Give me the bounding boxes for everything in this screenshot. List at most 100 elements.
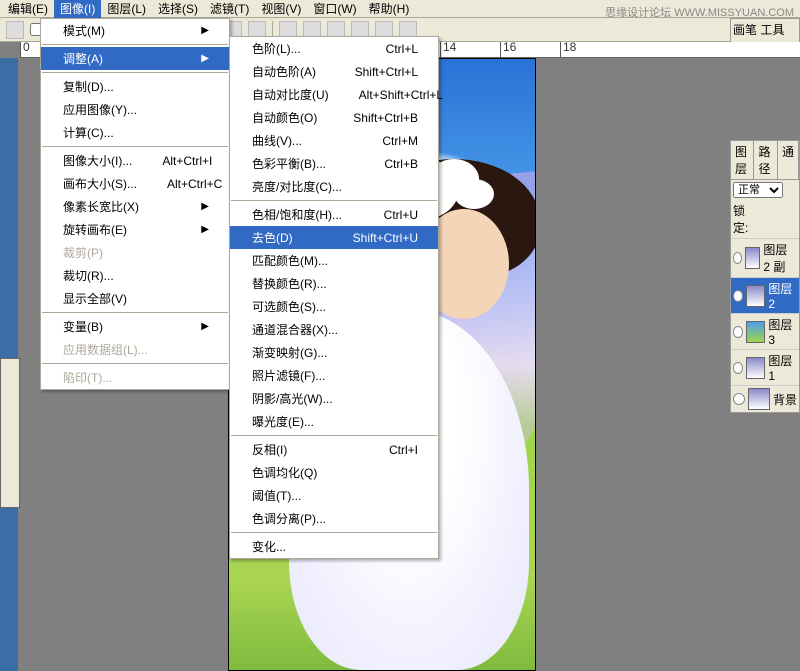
menu-window[interactable]: 窗口(W) [307, 0, 362, 18]
visibility-icon[interactable] [733, 393, 745, 405]
menu-shortcut: Ctrl+L [386, 42, 418, 56]
layer-thumb [746, 357, 765, 379]
layer-item[interactable]: 图层 2 副 [731, 238, 799, 277]
menu-select[interactable]: 选择(S) [152, 0, 204, 18]
menu-item[interactable]: 复制(D)... [41, 75, 229, 98]
lock-all-icon[interactable] [786, 213, 797, 225]
menu-item[interactable]: 曝光度(E)... [230, 410, 438, 433]
menu-item[interactable]: 变化... [230, 535, 438, 558]
menu-shortcut: Shift+Ctrl+U [353, 231, 418, 245]
menu-shortcut: Ctrl+U [384, 208, 418, 222]
ruler-tick: 18 [560, 42, 576, 58]
menu-item[interactable]: 亮度/对比度(C)... [230, 175, 438, 198]
layer-item[interactable]: 图层 1 [731, 349, 799, 385]
menu-item[interactable]: 照片滤镜(F)... [230, 364, 438, 387]
tab-paths[interactable]: 路径 [754, 141, 777, 179]
menu-item[interactable]: 应用图像(Y)... [41, 98, 229, 121]
menu-item-label: 曝光度(E)... [252, 413, 314, 430]
menu-shortcut: Ctrl+B [384, 157, 418, 171]
menu-edit[interactable]: 编辑(E) [2, 0, 54, 18]
tool-tab[interactable]: 工具 [760, 23, 784, 37]
tab-layers[interactable]: 图层 [731, 141, 754, 179]
visibility-icon[interactable] [733, 290, 743, 302]
menu-shortcut: Shift+Ctrl+B [353, 111, 418, 125]
menu-item[interactable]: 自动颜色(O) Shift+Ctrl+B [230, 106, 438, 129]
menu-item-label: 阈值(T)... [252, 487, 301, 504]
menu-item[interactable]: 反相(I) Ctrl+I [230, 438, 438, 461]
menu-item-label: 自动颜色(O) [252, 109, 317, 126]
menu-item-label: 色调分离(P)... [252, 510, 326, 527]
menu-item[interactable]: 像素长宽比(X)▶ [41, 195, 229, 218]
menu-image[interactable]: 图像(I) [54, 0, 101, 18]
menu-item-label: 反相(I) [252, 441, 287, 458]
menu-item-label: 陷印(T)... [63, 369, 112, 386]
tool-preset-icon[interactable] [6, 21, 24, 39]
menu-item[interactable]: 去色(D)Shift+Ctrl+U [230, 226, 438, 249]
menu-item-label: 应用数据组(L)... [63, 341, 148, 358]
lock-pixels-icon[interactable] [760, 213, 771, 225]
menu-item[interactable]: 显示全部(V) [41, 287, 229, 310]
menu-item[interactable]: 替换颜色(R)... [230, 272, 438, 295]
menu-divider [42, 44, 228, 45]
menu-item-label: 画布大小(S)... [63, 175, 137, 192]
menu-item[interactable]: 图像大小(I)...Alt+Ctrl+I [41, 149, 229, 172]
menu-shortcut: Alt+Ctrl+C [167, 177, 222, 191]
layer-thumb [746, 285, 765, 307]
menu-item[interactable]: 色调分离(P)... [230, 507, 438, 530]
layer-item[interactable]: 背景 [731, 385, 799, 412]
image-menu-dropdown: 模式(M)▶ 调整(A)▶ 复制(D)...应用图像(Y)... 计算(C)... 图像… [40, 18, 230, 390]
minimized-panel[interactable] [0, 358, 20, 508]
menu-divider [42, 363, 228, 364]
menu-item[interactable]: 色彩平衡(B)... Ctrl+B [230, 152, 438, 175]
visibility-icon[interactable] [733, 252, 742, 264]
menu-view[interactable]: 视图(V) [255, 0, 307, 18]
adjustments-submenu: 色阶(L)...Ctrl+L自动色阶(A)Shift+Ctrl+L自动对比度(U… [229, 36, 439, 559]
menu-item[interactable]: 裁切(R)... [41, 264, 229, 287]
menu-item: 应用数据组(L)... [41, 338, 229, 361]
menu-item-label: 模式(M) [63, 22, 105, 39]
menu-item[interactable]: 通道混合器(X)... [230, 318, 438, 341]
menu-item-label: 阴影/高光(W)... [252, 390, 333, 407]
menu-item[interactable]: 色阶(L)...Ctrl+L [230, 37, 438, 60]
layer-item[interactable]: 图层 2 [731, 277, 799, 313]
menu-filter[interactable]: 滤镜(T) [204, 0, 255, 18]
menu-shortcut: Ctrl+I [389, 443, 418, 457]
menu-item-label: 曲线(V)... [252, 132, 302, 149]
menu-item[interactable]: 变量(B)▶ [41, 315, 229, 338]
layers-panel: 图层 路径 通 正常 锁定: 图层 2 副 图层 2 图层 3 图层 1 背景 [730, 140, 800, 413]
layer-name: 图层 1 [768, 352, 797, 383]
menu-item[interactable]: 曲线(V)...Ctrl+M [230, 129, 438, 152]
menu-item[interactable]: 调整(A)▶ [41, 47, 229, 70]
menu-item-label: 计算(C)... [63, 124, 114, 141]
menu-item[interactable]: 阴影/高光(W)... [230, 387, 438, 410]
menu-item[interactable]: 模式(M)▶ [41, 19, 229, 42]
menu-item[interactable]: 旋转画布(E)▶ [41, 218, 229, 241]
tab-channels[interactable]: 通 [778, 141, 799, 179]
menu-item[interactable]: 色相/饱和度(H)...Ctrl+U [230, 203, 438, 226]
lock-position-icon[interactable] [773, 213, 784, 225]
menu-item[interactable]: 可选颜色(S)... [230, 295, 438, 318]
blend-mode-select[interactable]: 正常 [733, 182, 783, 198]
menu-item-label: 裁剪(P) [63, 244, 103, 261]
menu-item[interactable]: 匹配颜色(M)... [230, 249, 438, 272]
menu-item[interactable]: 自动对比度(U)Alt+Shift+Ctrl+L [230, 83, 438, 106]
menu-item: 裁剪(P) [41, 241, 229, 264]
menu-item[interactable]: 阈值(T)... [230, 484, 438, 507]
menu-item[interactable]: 色调均化(Q) [230, 461, 438, 484]
menu-item[interactable]: 自动色阶(A)Shift+Ctrl+L [230, 60, 438, 83]
menu-item-label: 色彩平衡(B)... [252, 155, 326, 172]
menu-layer[interactable]: 图层(L) [101, 0, 152, 18]
menu-item[interactable]: 渐变映射(G)... [230, 341, 438, 364]
menu-help[interactable]: 帮助(H) [363, 0, 416, 18]
visibility-icon[interactable] [733, 362, 743, 374]
menu-divider [231, 200, 437, 201]
visibility-icon[interactable] [733, 326, 743, 338]
menu-item[interactable]: 计算(C)... [41, 121, 229, 144]
brush-tab[interactable]: 画笔 [733, 23, 757, 37]
menu-item[interactable]: 画布大小(S)... Alt+Ctrl+C [41, 172, 229, 195]
layer-name: 图层 2 副 [763, 241, 797, 275]
layer-thumb [745, 247, 761, 269]
menu-item-label: 匹配颜色(M)... [252, 252, 328, 269]
layer-item[interactable]: 图层 3 [731, 313, 799, 349]
menu-divider [42, 72, 228, 73]
